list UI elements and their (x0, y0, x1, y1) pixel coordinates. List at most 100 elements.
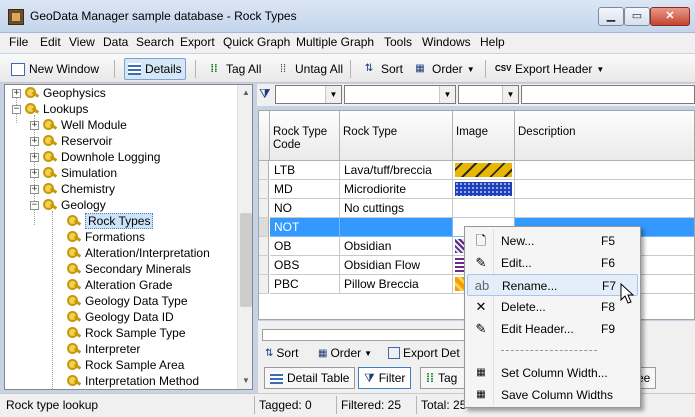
tab-detail-table[interactable]: Detail Table (264, 367, 356, 389)
menu-item-delete[interactable]: ✕ Delete... F8 (467, 296, 638, 318)
menu-file[interactable]: File (9, 35, 28, 49)
expand-icon[interactable]: + (30, 120, 39, 130)
menu-edit[interactable]: Edit (40, 35, 61, 49)
tab-label: Detail Table (287, 371, 350, 385)
dropdown-arrow-icon[interactable]: ▼ (502, 86, 518, 103)
tree-scrollbar[interactable]: ▲ ▼ (237, 85, 252, 389)
status-text: Rock type lookup (6, 398, 99, 412)
expand-icon[interactable]: + (30, 152, 39, 162)
menu-item-new[interactable]: 🗋 New... F5 (467, 230, 638, 252)
dropdown-arrow-icon[interactable]: ▼ (439, 86, 455, 103)
row-indicator[interactable] (259, 218, 269, 237)
row-indicator[interactable] (259, 199, 269, 218)
key-icon (66, 214, 82, 228)
column-header-rock-type[interactable]: Rock Type (340, 111, 453, 161)
tree-item-secondary-minerals[interactable]: Secondary Minerals (66, 261, 191, 277)
menu-item-set-column-width[interactable]: ▦ Set Column Width... (467, 362, 638, 384)
filter-field-code[interactable]: ▼ (275, 85, 342, 104)
tag-all-icon: ⁞⁞ (210, 63, 218, 75)
tree-view[interactable]: + Geophysics − Lookups + Well Module + Reser… (4, 84, 253, 390)
dropdown-arrow-icon[interactable]: ▼ (325, 86, 341, 103)
tree-item-well-module[interactable]: + Well Module (30, 117, 127, 133)
column-header-description[interactable]: Description (515, 111, 694, 161)
maximize-button[interactable]: ▭ (624, 7, 650, 26)
expand-icon[interactable]: + (30, 184, 39, 194)
tree-item-interpreter[interactable]: Interpreter (66, 341, 140, 357)
tree-item-alteration-interpretation[interactable]: Alteration/Interpretation (66, 245, 210, 261)
tree-item-rock-sample-area[interactable]: Rock Sample Area (66, 357, 184, 373)
column-header-code[interactable]: Rock Type Code (270, 111, 340, 161)
menu-export[interactable]: Export (180, 35, 215, 49)
tab-tag[interactable]: ⁞⁞ Tag (420, 367, 466, 389)
tree-item-geology[interactable]: − Geology (30, 197, 106, 213)
expand-icon[interactable]: + (30, 168, 39, 178)
expand-icon[interactable]: + (30, 136, 39, 146)
tree-item-simulation[interactable]: + Simulation (30, 165, 117, 181)
detail-order-button[interactable]: ▦ Order ▼ (318, 343, 372, 363)
order-button[interactable]: ▦ Order ▼ (409, 58, 478, 80)
tree-item-formations[interactable]: Formations (66, 229, 145, 245)
menu-tools[interactable]: Tools (384, 35, 412, 49)
export-header-button[interactable]: CSV Export Header ▼ (492, 58, 607, 80)
tree-item-alteration-grade[interactable]: Alteration Grade (66, 277, 172, 293)
menu-quick-graph[interactable]: Quick Graph (223, 35, 290, 49)
minimize-button[interactable]: ▁ (598, 7, 624, 26)
app-icon[interactable] (8, 9, 24, 25)
row-indicator[interactable] (259, 161, 269, 180)
row-indicator[interactable] (259, 237, 269, 256)
row-indicator[interactable] (259, 275, 269, 294)
tree-item-geology-data-id[interactable]: Geology Data ID (66, 309, 174, 325)
tree-item-rock-types[interactable]: Rock Types (66, 213, 154, 229)
column-width-icon: ▦ (476, 367, 486, 378)
rock-pattern-swatch (455, 163, 512, 177)
menu-windows[interactable]: Windows (422, 35, 471, 49)
tree-item-downhole-logging[interactable]: + Downhole Logging (30, 149, 160, 165)
details-button[interactable]: Details (124, 58, 186, 80)
scroll-down-icon[interactable]: ▼ (238, 373, 252, 389)
expand-icon[interactable]: + (12, 88, 21, 98)
collapse-icon[interactable]: − (30, 200, 39, 210)
menu-item-edit-header[interactable]: ✎ Edit Header... F9 (467, 318, 638, 340)
menu-data[interactable]: Data (103, 35, 128, 49)
menu-item-rename[interactable]: ab Rename... F7 (467, 274, 638, 296)
tree-item-interpretation-method[interactable]: Interpretation Method (66, 373, 199, 389)
tree-item-reservoir[interactable]: + Reservoir (30, 133, 112, 149)
untag-all-icon: ⁞⁞ (279, 63, 287, 75)
detail-export-button[interactable]: Export Det (388, 343, 460, 363)
untag-all-button[interactable]: ⁞⁞ Untag All (272, 58, 346, 80)
tree-item-label: Geophysics (43, 86, 106, 100)
filter-field-image[interactable]: ▼ (458, 85, 519, 104)
cell-rock-type: Pillow Breccia (340, 275, 453, 294)
row-indicator[interactable] (259, 256, 269, 275)
menu-item-shortcut: F8 (601, 300, 616, 314)
tree-item-geophysics[interactable]: + Geophysics (12, 85, 106, 101)
tag-all-button[interactable]: ⁞⁞ Tag All (203, 58, 264, 80)
new-window-button[interactable]: New Window (8, 58, 102, 80)
menu-multiple-graph[interactable]: Multiple Graph (296, 35, 374, 49)
menu-item-edit[interactable]: ✎ Edit... F6 (467, 252, 638, 274)
tree-item-chemistry[interactable]: + Chemistry (30, 181, 115, 197)
tree-item-lookups[interactable]: − Lookups (12, 101, 88, 117)
row-indicator[interactable] (259, 180, 269, 199)
collapse-icon[interactable]: − (12, 104, 21, 114)
tree-item-rock-sample-type[interactable]: Rock Sample Type (66, 325, 186, 341)
filter-field-type[interactable]: ▼ (344, 85, 456, 104)
sort-button[interactable]: ⇅ Sort (358, 58, 406, 80)
column-header-image[interactable]: Image (453, 111, 515, 161)
tab-filter[interactable]: ⧩ Filter (358, 367, 412, 389)
menu-item-label: Edit... (501, 256, 532, 270)
menu-item-save-column-widths[interactable]: ▦ Save Column Widths (467, 384, 638, 406)
menu-help[interactable]: Help (480, 35, 505, 49)
menu-search[interactable]: Search (136, 35, 174, 49)
filter-field-description[interactable] (521, 85, 695, 104)
filter-icon: ⧩ (364, 370, 375, 385)
key-icon (66, 294, 82, 308)
menu-view[interactable]: View (69, 35, 95, 49)
close-button[interactable]: ✕ (650, 7, 690, 26)
scroll-thumb[interactable] (240, 213, 252, 307)
tree-item-geology-data-type[interactable]: Geology Data Type (66, 293, 188, 309)
filter-funnel-icon[interactable]: ⧩ (259, 87, 273, 101)
scroll-up-icon[interactable]: ▲ (238, 85, 252, 101)
details-label: Details (145, 62, 182, 76)
detail-sort-button[interactable]: ⇅ Sort (265, 343, 298, 363)
